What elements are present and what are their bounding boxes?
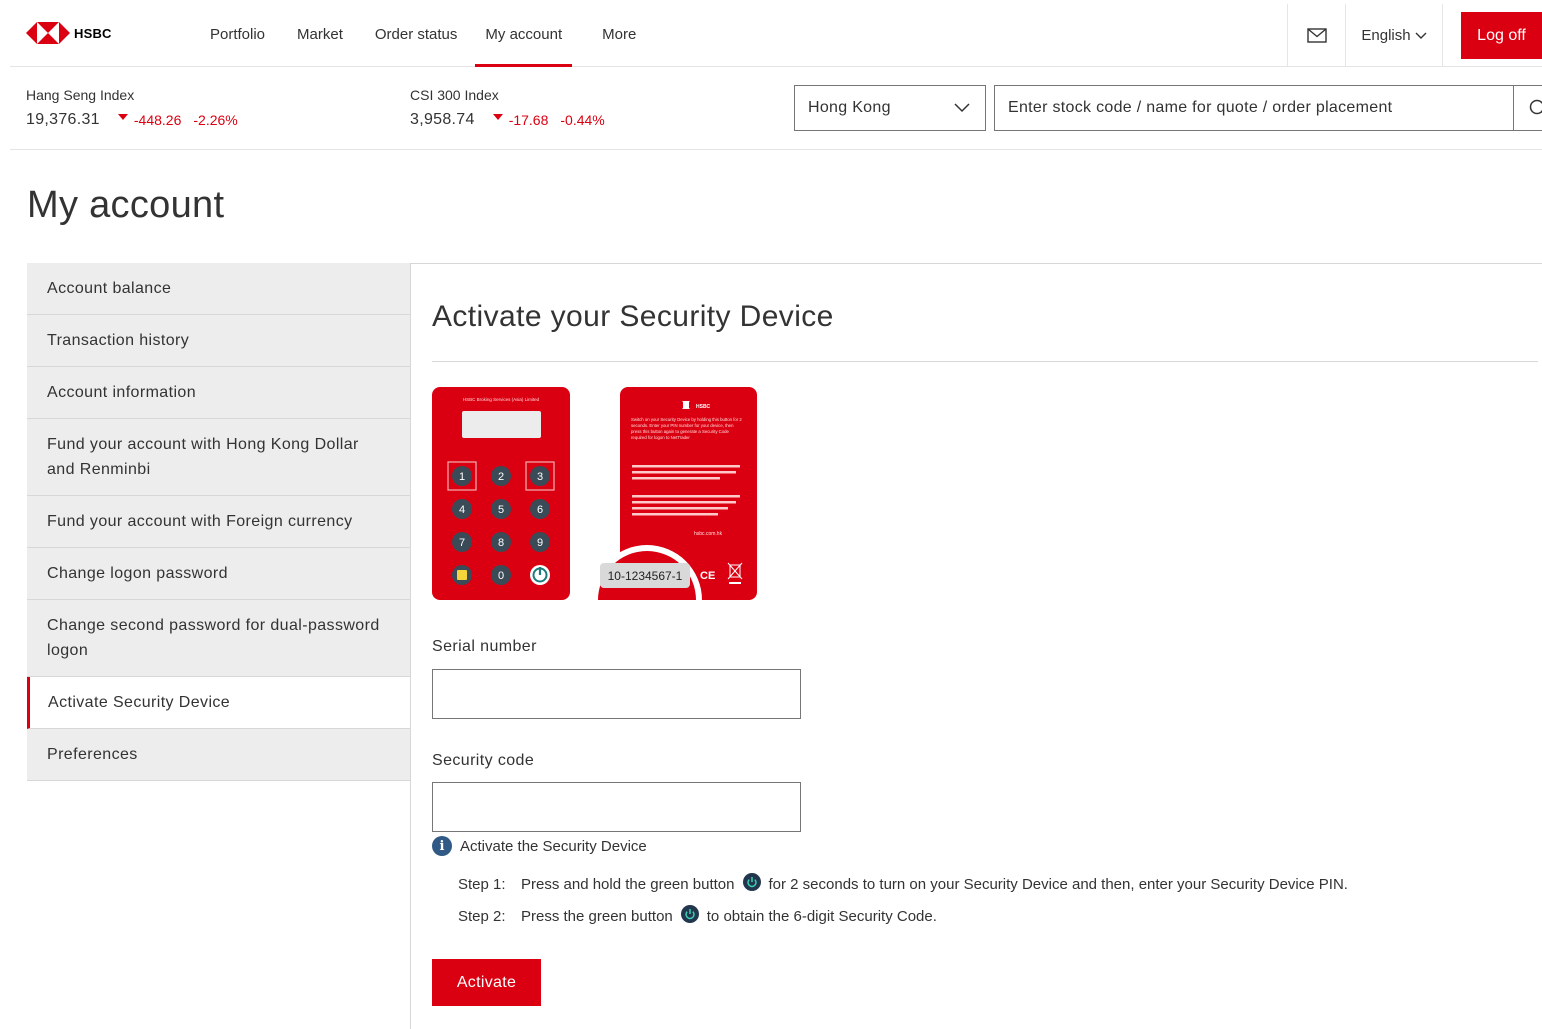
- sidebar-item-change-second-password[interactable]: Change second password for dual-password…: [27, 600, 411, 677]
- power-button-icon: [742, 873, 761, 891]
- index-change: -17.68 -0.44%: [492, 112, 605, 128]
- sidebar-item-account-information[interactable]: Account information: [27, 367, 411, 419]
- security-code-input[interactable]: [433, 783, 800, 831]
- search-icon: [1529, 99, 1542, 115]
- sidebar-item-fund-foreign-currency[interactable]: Fund your account with Foreign currency: [27, 496, 411, 548]
- nav-my-account[interactable]: My account: [475, 4, 572, 67]
- nav-portfolio[interactable]: Portfolio: [200, 4, 275, 67]
- index-value: 3,958.74: [410, 111, 475, 128]
- index-name: CSI 300 Index: [410, 87, 499, 103]
- index-change-value: -17.68: [508, 112, 549, 128]
- envelope-icon: [1306, 28, 1327, 43]
- index-value: 19,376.31: [26, 111, 100, 128]
- logoff-wrapper: Log off: [1443, 4, 1542, 67]
- main-nav: Portfolio Market Order status My account…: [200, 4, 646, 67]
- keypad-key-label: 2: [498, 471, 504, 483]
- language-selector[interactable]: English: [1345, 4, 1443, 67]
- step-text-after: for 2 seconds to turn on your Security D…: [768, 875, 1348, 893]
- index-change-percent: -0.44%: [560, 112, 605, 128]
- keypad-key-label: 0: [498, 570, 504, 582]
- step-number: Step 2:: [458, 907, 506, 925]
- logoff-button[interactable]: Log off: [1461, 12, 1542, 59]
- security-device-front-image: HSBC Broking Services (Asia) Limited 1 2 3…: [432, 387, 570, 600]
- nav-order-status[interactable]: Order status: [365, 4, 468, 67]
- keypad-key-label: 4: [459, 504, 465, 516]
- device-front-header: HSBC Broking Services (Asia) Limited: [463, 397, 540, 402]
- sidebar-item-change-logon-password[interactable]: Change logon password: [27, 548, 411, 600]
- top-navigation: HSBC Portfolio Market Order status My ac…: [10, 4, 1542, 67]
- activate-button[interactable]: Activate: [432, 959, 541, 1006]
- step-1: Step 1: Press and hold the green button …: [458, 873, 1348, 893]
- serial-number-input[interactable]: [433, 670, 800, 718]
- device-serial-sample: 10-1234567-1: [608, 569, 683, 583]
- heading-divider: [432, 361, 1538, 362]
- sidebar-item-fund-hkd-rmb[interactable]: Fund your account with Hong Kong Dollar …: [27, 419, 411, 496]
- nav-utilities: English Log off: [1287, 4, 1542, 67]
- nav-more[interactable]: More: [592, 4, 646, 67]
- down-arrow-icon: [117, 114, 128, 120]
- nav-market[interactable]: Market: [287, 4, 353, 67]
- chevron-down-icon: [1415, 32, 1427, 39]
- keypad-key-label: 1: [459, 471, 465, 483]
- info-icon: i: [432, 836, 452, 856]
- language-label: English: [1361, 27, 1411, 44]
- info-title: Activate the Security Device: [460, 837, 647, 855]
- index-csi-300: CSI 300 Index 3,958.74 -17.68 -0.44%: [410, 87, 605, 129]
- sidebar-divider: [410, 263, 411, 1029]
- hsbc-logo[interactable]: HSBC: [26, 22, 112, 44]
- step-number: Step 1:: [458, 875, 506, 893]
- index-hang-seng: Hang Seng Index 19,376.31 -448.26 -2.26%: [26, 87, 238, 129]
- brand-name: HSBC: [74, 25, 112, 41]
- device-back-brand: HSBC: [696, 404, 711, 410]
- page-frame: HSBC Portfolio Market Order status My ac…: [10, 4, 1542, 1029]
- step-2: Step 2: Press the green button to obtain…: [458, 905, 937, 925]
- section-heading: Activate your Security Device: [432, 300, 834, 333]
- chevron-down-icon: [939, 86, 985, 130]
- index-values: 3,958.74 -17.68 -0.44%: [410, 111, 605, 129]
- device-back-instructions: Switch on your Security Device by holdin…: [631, 417, 742, 440]
- security-code-field[interactable]: [432, 782, 801, 832]
- market-selected-value: Hong Kong: [808, 99, 891, 116]
- search-button[interactable]: [1514, 85, 1542, 131]
- serial-number-label: Serial number: [432, 638, 537, 655]
- svg-text:CE: CE: [700, 570, 715, 582]
- hexagon-logo-icon: [26, 22, 70, 44]
- step-text-after: to obtain the 6-digit Security Code.: [706, 907, 937, 925]
- keypad-key-label: 5: [498, 504, 504, 516]
- messages-button[interactable]: [1287, 4, 1345, 67]
- account-sidebar: Account balance Transaction history Acco…: [27, 263, 411, 781]
- index-change-value: -448.26: [133, 112, 182, 128]
- index-change: -448.26 -2.26%: [117, 112, 238, 128]
- sidebar-item-preferences[interactable]: Preferences: [27, 729, 411, 781]
- market-dropdown[interactable]: Hong Kong: [794, 85, 986, 131]
- keypad-key-label: 8: [498, 537, 504, 549]
- sidebar-item-transaction-history[interactable]: Transaction history: [27, 315, 411, 367]
- keypad-key-label: 7: [459, 537, 465, 549]
- stock-search-input[interactable]: [1008, 99, 1513, 117]
- index-name: Hang Seng Index: [26, 87, 135, 103]
- index-change-percent: -2.26%: [193, 112, 238, 128]
- info-note: i Activate the Security Device: [432, 836, 647, 856]
- keypad-key-label: 3: [537, 471, 543, 483]
- page-title: My account: [27, 184, 225, 226]
- step-text-before: Press and hold the green button: [521, 875, 735, 893]
- keypad-key-label: 6: [537, 504, 543, 516]
- sidebar-item-account-balance[interactable]: Account balance: [27, 263, 411, 315]
- stock-search-field[interactable]: [994, 85, 1514, 131]
- market-ticker: Hang Seng Index 19,376.31 -448.26 -2.26%…: [10, 67, 1542, 150]
- security-device-illustration: HSBC Broking Services (Asia) Limited 1 2 3…: [432, 387, 762, 602]
- step-text-before: Press the green button: [521, 907, 673, 925]
- sidebar-item-activate-security-device[interactable]: Activate Security Device: [27, 677, 411, 729]
- device-back-website: hsbc.com.hk: [694, 531, 723, 537]
- keypad-key-label: 9: [537, 537, 543, 549]
- serial-number-field[interactable]: [432, 669, 801, 719]
- down-arrow-icon: [492, 114, 503, 120]
- security-code-label: Security code: [432, 752, 535, 769]
- index-values: 19,376.31 -448.26 -2.26%: [26, 111, 238, 129]
- power-button-icon: [680, 905, 699, 923]
